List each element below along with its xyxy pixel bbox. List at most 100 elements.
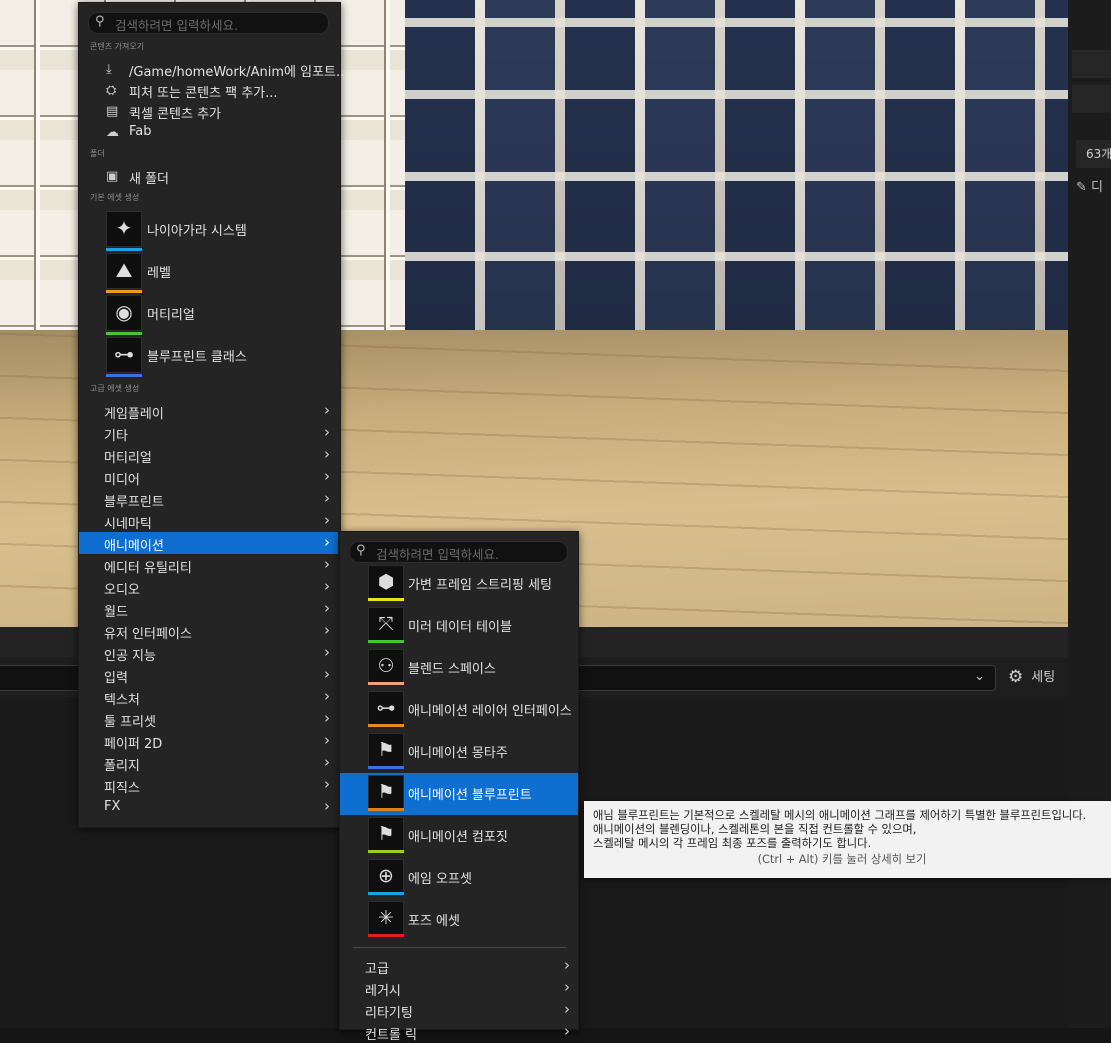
submenu-item[interactable]: 월드 › [79,598,338,620]
menu-item-label: 머티리얼 [147,308,195,323]
submenu-item-label: 폴리지 [104,759,140,774]
submenu-item-label: 인공 지능 [104,649,156,664]
quixel-icon: ▤ [106,104,119,119]
menu-item-new-folder[interactable]: 새 폴더 [129,168,169,187]
search-icon: ⚲ [95,14,105,29]
submenu-item[interactable]: 입력 › [79,664,338,686]
feature-pack-icon: ⛭ [106,83,117,98]
asset-color-stripe [368,598,404,601]
submenu-item[interactable]: 에디터 유틸리티 › [79,554,338,576]
chevron-right-icon: › [324,665,330,683]
submenu-asset-item[interactable]: ⚇ 블렌드 스페이스 [340,647,578,689]
menu-item-quixel[interactable]: 퀵셀 콘텐츠 추가 [129,103,221,122]
chevron-right-icon: › [324,577,330,595]
submenu-item[interactable]: 폴리지 › [79,752,338,774]
chevron-right-icon: › [324,423,330,441]
submenu-asset-item[interactable]: ⊶ 애니메이션 레이어 인터페이스 [340,689,578,731]
panel-button[interactable] [1072,50,1111,78]
submenu-asset-item[interactable]: ⬢ 가변 프레임 스트리핑 세팅 [340,563,578,605]
tooltip-line: 스켈레탈 메시의 각 프레임 최종 포즈를 출력하기도 합니다. [593,837,872,850]
settings-label: 세팅 [1031,670,1056,685]
menu-item-level[interactable]: ⛰ 레벨 [106,253,326,293]
blueprint-class-icon: ⊶ [106,337,142,373]
submenu-item[interactable]: FX › [79,796,338,818]
submenu-item-label: 월드 [104,605,128,620]
search-placeholder: 검색하려면 입력하세요. [115,18,238,33]
animation-submenu: ⚲ 검색하려면 입력하세요. ⬢ 가변 프레임 스트리핑 세팅 ⤧ 미러 데이터 테이… [339,531,579,1043]
submenu-asset-item[interactable]: ⤧ 미러 데이터 테이블 [340,605,578,647]
chevron-right-icon: › [324,643,330,661]
menu-item-niagara[interactable]: ✦ 나이아가라 시스템 [106,211,326,251]
submenu-item[interactable]: 컨트롤 릭 › [340,1021,578,1043]
menu-search-input[interactable]: ⚲ 검색하려면 입력하세요. [88,12,329,34]
gear-icon: ⚙ [1008,667,1024,687]
asset-item-label: 블렌드 스페이스 [408,662,496,677]
submenu-item[interactable]: 미디어 › [79,466,338,488]
submenu-item[interactable]: 블루프린트 › [79,488,338,510]
tooltip-line: 애니메이션의 블렌딩이나, 스켈레톤의 본을 직접 컨트롤할 수 있으며, [593,823,917,836]
import-icon: ⤓ [106,62,112,77]
settings-button[interactable]: ⚙ 세팅 [1008,665,1055,689]
chevron-right-icon: › [324,599,330,617]
blend-space-icon: ⚇ [368,649,404,685]
chevron-right-icon: › [564,978,570,996]
menu-item-label: 블루프린트 클래스 [147,350,247,365]
section-header-folder: 폴더 [90,148,110,159]
chevron-right-icon: › [324,731,330,749]
submenu-item[interactable]: 피직스 › [79,774,338,796]
chevron-right-icon: › [324,753,330,771]
menu-item-label: 레벨 [147,266,171,281]
chevron-right-icon: › [324,775,330,793]
menu-item-feature-pack[interactable]: 피처 또는 콘텐츠 팩 추가... [129,82,278,101]
submenu-item-label: 애니메이션 [104,539,164,554]
chevron-right-icon: › [324,401,330,419]
chevron-right-icon: › [564,956,570,974]
submenu-asset-item[interactable]: ⊕ 에임 오프셋 [340,857,578,899]
submenu-item[interactable]: 툴 프리셋 › [79,708,338,730]
search-placeholder: 검색하려면 입력하세요. [376,547,499,562]
menu-item-import[interactable]: /Game/homeWork/Anim에 임포트... [129,61,348,80]
submenu-item-label: 레거시 [365,984,401,999]
asset-color-stripe [368,892,404,895]
submenu-item[interactable]: 고급 › [340,955,578,977]
submenu-item[interactable]: 유저 인터페이스 › [79,620,338,642]
submenu-item-label: 머티리얼 [104,451,152,466]
submenu-asset-item[interactable]: ⚑ 애니메이션 블루프린트 [340,773,578,815]
menu-item-blueprint-class[interactable]: ⊶ 블루프린트 클래스 [106,337,326,377]
item-count: 63개 [1076,140,1111,168]
chevron-down-icon[interactable]: ⌄ [974,669,985,684]
mirror-table-icon: ⤧ [368,607,404,643]
submenu-item[interactable]: 머티리얼 › [79,444,338,466]
submenu-item[interactable]: 시네마틱 › [79,510,338,532]
chevron-right-icon: › [324,445,330,463]
pencil-icon[interactable]: ✎ 디 [1076,176,1103,195]
chevron-right-icon: › [324,533,330,551]
submenu-asset-item[interactable]: ⚑ 애니메이션 몽타주 [340,731,578,773]
asset-item-label: 애니메이션 레이어 인터페이스 [408,704,572,719]
submenu-item-label: 기타 [104,429,128,444]
submenu-item[interactable]: 페이퍼 2D › [79,730,338,752]
submenu-item[interactable]: 리타기팅 › [340,999,578,1021]
variable-frame-strip-icon: ⬢ [368,565,404,601]
submenu-item[interactable]: 게임플레이 › [79,400,338,422]
submenu-item[interactable]: 애니메이션 › [79,532,338,554]
submenu-search-input[interactable]: ⚲ 검색하려면 입력하세요. [349,541,568,563]
chevron-right-icon: › [324,555,330,573]
chevron-right-icon: › [324,511,330,529]
submenu-item[interactable]: 레거시 › [340,977,578,999]
submenu-item[interactable]: 인공 지능 › [79,642,338,664]
asset-item-label: 에임 오프셋 [408,872,472,887]
menu-item-fab[interactable]: Fab [129,124,152,139]
panel-button[interactable] [1072,85,1111,113]
menu-item-material[interactable]: ◉ 머티리얼 [106,295,326,335]
anim-montage-icon: ⚑ [368,733,404,769]
submenu-item[interactable]: 기타 › [79,422,338,444]
submenu-item-label: 에디터 유틸리티 [104,561,192,576]
submenu-item[interactable]: 텍스처 › [79,686,338,708]
chevron-right-icon: › [324,489,330,507]
submenu-item[interactable]: 오디오 › [79,576,338,598]
submenu-item-label: 리타기팅 [365,1006,413,1021]
submenu-asset-item[interactable]: ⚑ 애니메이션 컴포짓 [340,815,578,857]
asset-item-label: 애니메이션 몽타주 [408,746,508,761]
submenu-asset-item[interactable]: ✳ 포즈 에셋 [340,899,578,941]
